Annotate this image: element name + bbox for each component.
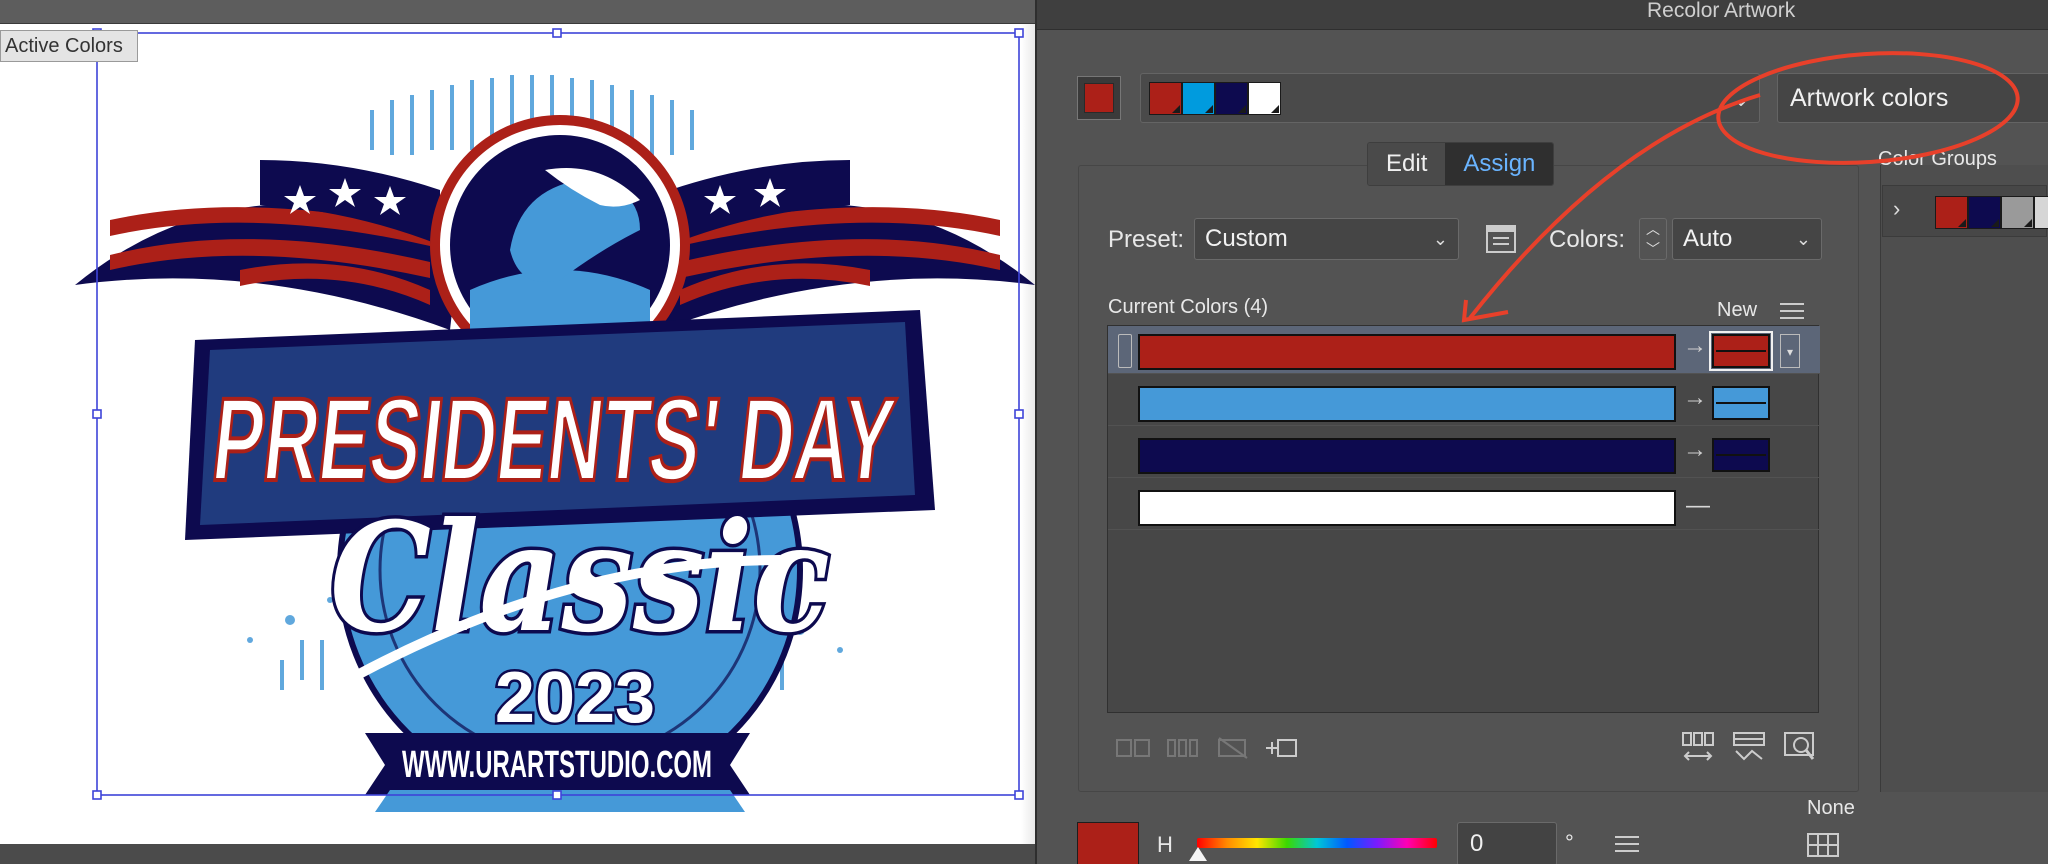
- hamburger-menu-icon[interactable]: [1612, 832, 1642, 856]
- arrow-right-icon[interactable]: →: [1683, 384, 1707, 412]
- preset-dropdown[interactable]: Custom ⌄: [1194, 218, 1459, 260]
- preset-value: Custom: [1205, 225, 1288, 252]
- current-colors-list: → ▾ → → —: [1107, 325, 1820, 713]
- flag-left: [75, 160, 460, 330]
- arrow-right-icon[interactable]: →: [1683, 332, 1707, 360]
- artwork-title-line1: PRESIDENTS' DAY: [207, 374, 901, 506]
- current-color-bar[interactable]: [1138, 334, 1676, 370]
- color-row-navy[interactable]: →: [1108, 430, 1820, 478]
- color-row-white[interactable]: —: [1108, 482, 1820, 530]
- colors-stepper[interactable]: ︿ ﹀: [1639, 218, 1667, 260]
- group-chip-3[interactable]: [2001, 196, 2034, 229]
- randomly-change-color-order-icon[interactable]: [1678, 730, 1718, 766]
- chevron-down-icon: ⌄: [1795, 229, 1811, 249]
- arrow-right-icon[interactable]: →: [1683, 436, 1707, 464]
- degree-unit: °: [1565, 830, 1574, 855]
- flag-right: [650, 160, 1035, 330]
- colors-count-label: Colors:: [1549, 226, 1626, 253]
- tab-assign[interactable]: Assign: [1445, 143, 1554, 185]
- new-color-swatch[interactable]: [1712, 438, 1770, 472]
- harmony-chip-4[interactable]: [1248, 82, 1281, 115]
- color-group-chips: [1935, 196, 2048, 229]
- chevron-right-icon[interactable]: ›: [1893, 196, 1900, 222]
- harmony-chip-3[interactable]: [1215, 82, 1248, 115]
- artwork-website: WWW.URARTSTUDIO.COM: [402, 744, 712, 786]
- current-color-bar[interactable]: [1138, 438, 1676, 474]
- current-color-bar[interactable]: [1138, 490, 1676, 526]
- exclude-colors-icon[interactable]: [1215, 733, 1251, 763]
- current-color-bar[interactable]: [1138, 386, 1676, 422]
- panel-titlebar: Recolor Artwork: [1037, 0, 2048, 30]
- none-label: None: [1807, 797, 1855, 819]
- stepper-down-icon[interactable]: ﹀: [1646, 239, 1660, 259]
- stepper-up-icon[interactable]: ︿: [1646, 219, 1660, 239]
- artboard-canvas[interactable]: Active Colors PRESIDENTS' DAY Classic 20…: [0, 0, 1035, 864]
- harmony-chips: [1149, 82, 1281, 115]
- hue-slider[interactable]: [1197, 838, 1437, 848]
- color-harmony-bar[interactable]: [1140, 73, 1760, 123]
- chevron-down-icon: ⌄: [1432, 229, 1448, 249]
- active-colors-tag: Active Colors: [0, 30, 138, 62]
- tab-edit[interactable]: Edit: [1368, 143, 1446, 185]
- hue-label: H: [1157, 832, 1173, 857]
- group-chip-4[interactable]: [2034, 196, 2048, 229]
- artwork-colors-name-field[interactable]: Artwork colors: [1777, 73, 2048, 123]
- artwork[interactable]: PRESIDENTS' DAY Classic 2023 WWW.URARTST…: [0, 0, 1035, 864]
- harmony-dropdown-chevron-icon[interactable]: ⌄: [1723, 80, 1759, 120]
- edit-assign-tabs: Edit Assign: [1367, 142, 1555, 186]
- preset-options-icon[interactable]: [1482, 220, 1520, 258]
- color-row-red[interactable]: → ▾: [1108, 326, 1820, 374]
- unmapped-dash: —: [1686, 492, 1710, 519]
- harmony-chip-2[interactable]: [1182, 82, 1215, 115]
- recolor-artwork-panel: Recolor Artwork ⌄ Artwork colors Edit As…: [1035, 0, 2048, 864]
- group-chip-1[interactable]: [1935, 196, 1968, 229]
- preset-label: Preset:: [1108, 226, 1185, 253]
- new-row-icon[interactable]: [1265, 733, 1301, 763]
- randomly-change-saturation-icon[interactable]: [1729, 730, 1769, 766]
- hamburger-menu-icon[interactable]: [1779, 300, 1805, 322]
- grip-handle-icon[interactable]: [1118, 334, 1132, 368]
- panel-title: Recolor Artwork: [1647, 0, 1796, 22]
- color-group-row[interactable]: ›: [1882, 185, 2048, 237]
- merge-colors-icon[interactable]: [1115, 733, 1151, 763]
- active-color-swatch[interactable]: [1077, 76, 1121, 120]
- colors-count-dropdown[interactable]: Auto ⌄: [1672, 218, 1822, 260]
- colors-count-value: Auto: [1683, 225, 1733, 252]
- hue-value-field[interactable]: 0: [1457, 822, 1557, 864]
- new-color-swatch[interactable]: [1712, 386, 1770, 420]
- row-dropdown-icon[interactable]: ▾: [1780, 334, 1800, 368]
- new-column-label: New: [1717, 299, 1758, 321]
- current-colors-label: Current Colors (4): [1108, 296, 1269, 318]
- artwork-year: 2023: [495, 658, 655, 738]
- hue-slider-thumb[interactable]: [1189, 847, 1207, 861]
- color-groups-column: [1880, 165, 2048, 792]
- new-color-swatch[interactable]: [1709, 331, 1773, 371]
- separate-colors-icon[interactable]: [1165, 733, 1201, 763]
- selected-color-swatch[interactable]: [1077, 822, 1139, 864]
- harmony-chip-1[interactable]: [1149, 82, 1182, 115]
- find-color-icon[interactable]: [1780, 730, 1820, 766]
- swatch-grid-icon[interactable]: [1805, 830, 1845, 860]
- artwork-title-line2: Classic: [330, 490, 830, 666]
- color-row-blue[interactable]: →: [1108, 378, 1820, 426]
- color-groups-label: Color Groups: [1878, 148, 1997, 170]
- group-chip-2[interactable]: [1968, 196, 2001, 229]
